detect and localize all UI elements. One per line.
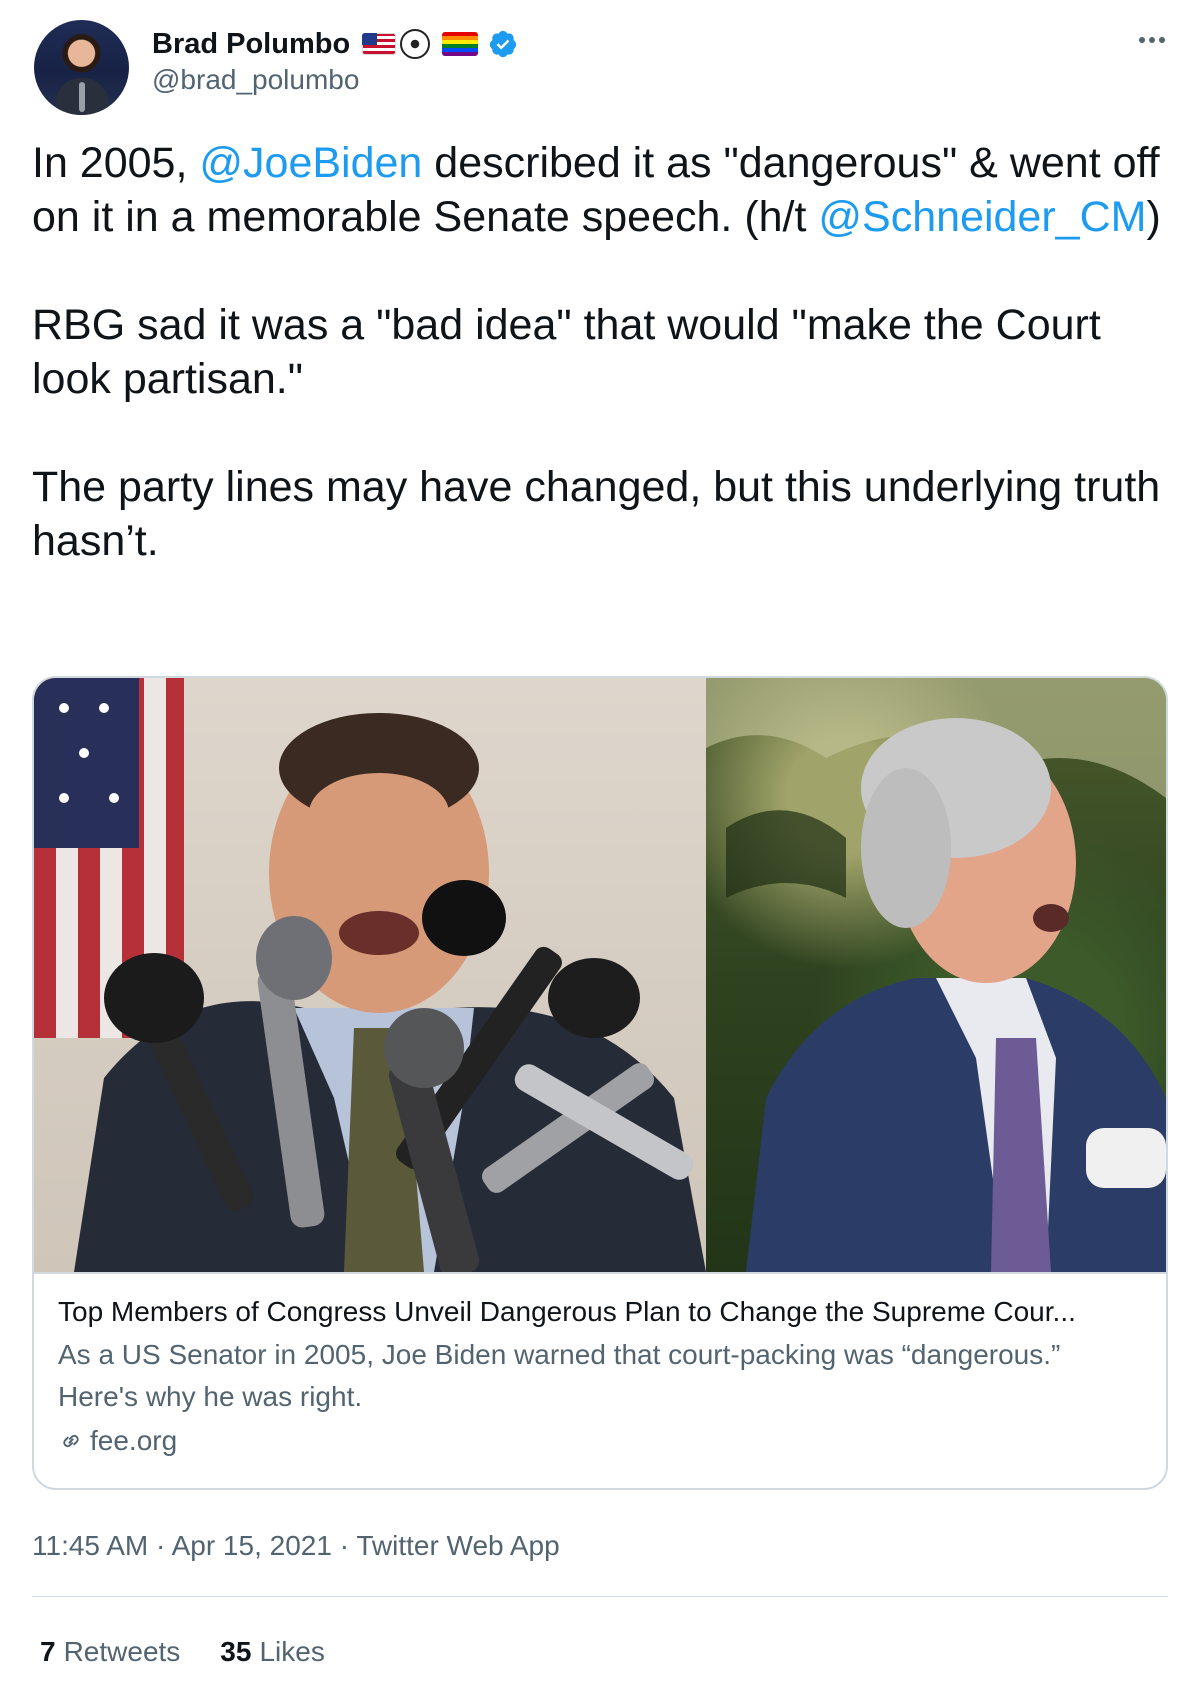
tweet: Brad Polumbo @brad_polumbo In 2005, @Joe… [0,0,1193,1693]
text-segment: ) [1146,193,1161,241]
soccer-ball-emoji [400,29,430,59]
more-options-button[interactable] [1132,20,1172,60]
card-title[interactable]: Top Members of Congress Unveil Dangerous… [58,1292,1138,1332]
author-handle[interactable]: @brad_polumbo [152,62,359,98]
photo-right-illustration [706,678,1166,1272]
tweet-source: Twitter Web App [356,1530,560,1561]
text-segment: RBG sad it was a "bad idea" that would "… [32,301,1101,403]
us-flag-emoji [362,33,396,55]
tweet-text: In 2005, @JoeBiden described it as "dang… [32,136,1172,622]
likes-link[interactable]: 35 Likes [220,1634,325,1670]
rainbow-flag-emoji [442,32,478,56]
likes-label: Likes [259,1636,325,1667]
text-segment: The party lines may have changed, but th… [32,463,1161,565]
tweet-stats: 7 Retweets 35 Likes [40,1634,325,1670]
separator: · [148,1530,172,1561]
likes-count: 35 [220,1636,252,1667]
tweet-metadata: 11:45 AM · Apr 15, 2021 · Twitter Web Ap… [32,1528,560,1564]
card-photo-left [34,678,706,1272]
card-domain[interactable]: fee.org [58,1420,1138,1462]
avatar-microphone [79,82,85,112]
tweet-paragraph-1: In 2005, @JoeBiden described it as "dang… [32,136,1172,244]
divider [32,1596,1168,1597]
card-photo-right [706,678,1166,1272]
tweet-paragraph-3: The party lines may have changed, but th… [32,460,1172,568]
mention-schneider-cm-link[interactable]: @Schneider_CM [818,193,1146,241]
retweets-count: 7 [40,1636,56,1667]
separator: · [331,1530,357,1561]
card-description: As a US Senator in 2005, Joe Biden warne… [58,1339,1061,1412]
text-segment: In 2005, [32,139,200,187]
card-domain-label: fee.org [90,1425,178,1456]
tweet-paragraph-2: RBG sad it was a "bad idea" that would "… [32,298,1172,406]
name-emojis [362,28,518,60]
tweet-time-link[interactable]: 11:45 AM [32,1530,148,1561]
photo-left-illustration [34,678,706,1272]
link-preview-card[interactable]: Top Members of Congress Unveil Dangerous… [32,676,1168,1490]
mention-joebiden-link[interactable]: @JoeBiden [199,139,422,187]
more-icon [1139,37,1165,43]
verified-badge-icon [489,30,517,58]
link-icon [63,1434,79,1448]
retweets-link[interactable]: 7 Retweets [40,1634,180,1670]
card-image[interactable] [34,678,1166,1274]
retweets-label: Retweets [63,1636,181,1667]
card-text[interactable]: Top Members of Congress Unveil Dangerous… [58,1292,1138,1462]
avatar[interactable] [34,20,129,115]
tweet-date-link[interactable]: Apr 15, 2021 [172,1530,332,1561]
author-name[interactable]: Brad Polumbo [152,24,350,64]
